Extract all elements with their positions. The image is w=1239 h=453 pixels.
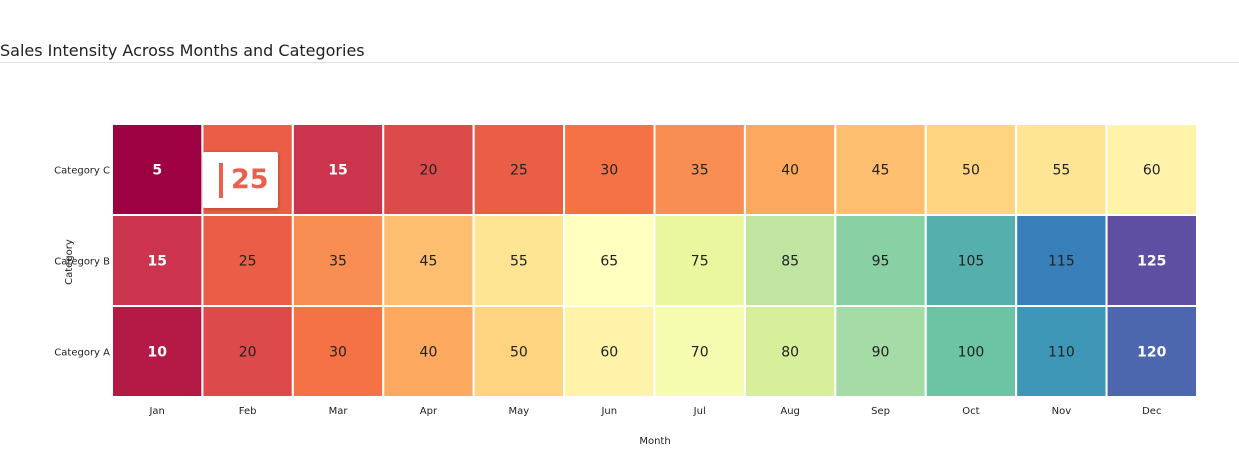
cell-value-label: 30 [329, 345, 347, 361]
x-tick-label: Dec [1142, 406, 1161, 417]
x-tick-label: Mar [329, 406, 349, 417]
cell-value-label: 25 [510, 163, 528, 179]
cell-value-label: 5 [152, 163, 162, 179]
tooltip-value: 25 [231, 164, 269, 195]
cell-value-label: 45 [420, 254, 438, 270]
x-tick-label: Nov [1052, 406, 1072, 417]
cell-value-label: 80 [781, 345, 799, 361]
tooltip-color-bar [219, 163, 223, 198]
cell-value-label: 110 [1048, 345, 1075, 361]
x-tick-label: Oct [962, 406, 979, 417]
cell-value-label: 45 [872, 163, 890, 179]
cell-value-label: 90 [872, 345, 890, 361]
cell-value-label: 35 [329, 254, 347, 270]
cell-value-label: 85 [781, 254, 799, 270]
cell-value-label: 70 [691, 345, 709, 361]
cell-value-label: 20 [239, 345, 257, 361]
cell-value-label: 95 [872, 254, 890, 270]
y-tick-label: Category B [54, 257, 110, 268]
cell-value-label: 35 [691, 163, 709, 179]
cell-value-label: 75 [691, 254, 709, 270]
x-tick-label: Sep [871, 406, 890, 417]
x-tick-label: Jun [600, 406, 617, 417]
x-tick-label: Apr [420, 406, 438, 417]
cell-value-label: 20 [420, 163, 438, 179]
cell-value-label: 105 [958, 254, 985, 270]
cell-value-label: 60 [600, 345, 618, 361]
y-tick-label: Category A [54, 348, 110, 359]
cell-value-label: 50 [510, 345, 528, 361]
cell-value-label: 60 [1143, 163, 1161, 179]
x-tick-label: Jul [693, 406, 706, 417]
cell-value-label: 120 [1137, 345, 1166, 361]
cell-value-label: 40 [420, 345, 438, 361]
cell-value-label: 65 [600, 254, 618, 270]
y-tick-label: Category C [54, 166, 110, 177]
x-axis-label: Month [639, 436, 670, 447]
cell-value-label: 115 [1048, 254, 1075, 270]
cell-value-label: 55 [1052, 163, 1070, 179]
x-tick-label: May [509, 406, 530, 417]
cell-value-label: 15 [328, 163, 347, 179]
heatmap-chart: 5 25 15 20 25 30 35 40 45 50 55 60 15 25 35 45 55 65 75 85 9… [54, 123, 1199, 447]
x-tick-label: Feb [239, 406, 257, 417]
hover-tooltip: 25 [203, 152, 278, 208]
cell-value-label: 55 [510, 254, 528, 270]
cell-value-label: 15 [147, 254, 166, 270]
cell-value-label: 50 [962, 163, 980, 179]
x-tick-label: Aug [780, 406, 800, 417]
cell-value-label: 40 [781, 163, 799, 179]
cell-value-label: 100 [958, 345, 985, 361]
y-axis-label: Category [64, 239, 75, 285]
cell-value-label: 30 [600, 163, 618, 179]
x-tick-label: Jan [148, 406, 164, 417]
cell-value-label: 10 [147, 345, 167, 361]
cell-value-label: 125 [1137, 254, 1166, 270]
cell-value-label: 25 [239, 254, 257, 270]
